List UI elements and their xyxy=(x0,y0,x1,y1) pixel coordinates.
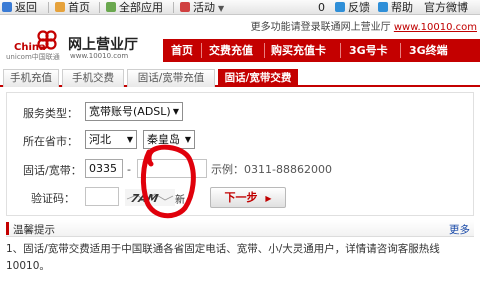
service-type-value: 宽带账号(ADSL) xyxy=(89,105,171,118)
nav-3g-device[interactable]: 3G终端 xyxy=(409,39,448,62)
tips-accent-bar xyxy=(6,222,9,235)
nav-3g-card[interactable]: 3G号卡 xyxy=(349,39,388,62)
toolbar-divider xyxy=(99,2,100,13)
help-icon xyxy=(378,2,388,12)
service-type-select[interactable]: 宽带账号(ADSL) ▼ xyxy=(85,102,183,121)
captcha-image[interactable]: 7AM xyxy=(125,189,175,206)
service-tabs: 手机充值 手机交费 固话/宽带充值 固话/宽带交费 xyxy=(0,67,480,87)
tips-panel: 温馨提示 更多 1、固话/宽带交费适用于中国联通各省固定电话、宽带、小/大灵通用… xyxy=(6,220,474,297)
chevron-down-icon: ▼ xyxy=(218,4,225,13)
home-button[interactable]: 首页 xyxy=(55,1,90,14)
activity-icon xyxy=(180,2,190,12)
tips-text: 1、固话/宽带交费适用于中国联通各省固定电话、宽带、小/大灵通用户，详情请咨询客… xyxy=(6,243,440,272)
nav-divider xyxy=(340,43,341,58)
chevron-down-icon: ▼ xyxy=(126,135,133,144)
nav-divider xyxy=(201,43,202,58)
nav-divider xyxy=(400,43,401,58)
all-apps-label: 全部应用 xyxy=(119,1,163,14)
counter: 0 xyxy=(318,1,325,14)
site-title: 网上营业厅 xyxy=(68,37,138,53)
grid-icon xyxy=(106,2,116,12)
city-label: 所在省市： xyxy=(23,135,78,148)
next-step-button[interactable]: 下一步 ▶ xyxy=(210,187,286,208)
captcha-input[interactable] xyxy=(85,187,119,206)
province-value: 河北 xyxy=(89,133,111,146)
back-label: 返回 xyxy=(15,1,37,14)
arrow-right-icon: ▶ xyxy=(265,194,272,203)
activity-label: 活动 xyxy=(193,1,215,14)
next-step-label: 下一步 xyxy=(224,191,258,204)
city-value: 秦皇岛 xyxy=(147,133,180,146)
service-type-label: 服务类型： xyxy=(23,107,78,120)
tab-mobile-recharge[interactable]: 手机充值 xyxy=(3,69,59,87)
number-dash: - xyxy=(127,163,131,176)
top-toolbar: 返回 首页 全部应用 活动 ▼ 0 反馈 帮助 官方微博 xyxy=(0,0,480,15)
back-button[interactable]: 返回 xyxy=(2,1,37,14)
weibo-button[interactable]: 官方微博 xyxy=(424,1,468,14)
site-logo[interactable]: China unicom中国联通 网上营业厅 www.10010.com xyxy=(6,25,166,65)
weibo-label: 官方微博 xyxy=(424,1,468,14)
feedback-button[interactable]: 反馈 xyxy=(335,1,370,14)
chevron-down-icon: ▼ xyxy=(184,135,191,144)
help-button[interactable]: 帮助 xyxy=(378,1,413,14)
tips-header: 温馨提示 更多 xyxy=(6,220,474,237)
help-label: 帮助 xyxy=(391,1,413,14)
chevron-down-icon: ▼ xyxy=(172,107,179,116)
feedback-icon xyxy=(335,2,345,12)
login-notice-text: 更多功能请登录联通网上营业厅 xyxy=(250,22,391,33)
captcha-label: 验证码： xyxy=(31,192,75,205)
nav-divider xyxy=(264,43,265,58)
refresh-captcha-link[interactable]: 新 xyxy=(175,191,185,206)
area-code-input[interactable]: 0335 xyxy=(85,159,123,178)
tips-title: 温馨提示 xyxy=(13,224,55,236)
nav-recharge[interactable]: 交费充值 xyxy=(209,39,253,62)
toolbar-divider xyxy=(48,2,49,13)
phone-number-input[interactable] xyxy=(137,159,207,178)
tips-more-link[interactable]: 更多 xyxy=(449,222,470,237)
main-nav: 首页 交费充值 购买充值卡 3G号卡 3G终端 xyxy=(163,39,480,62)
payment-form: 服务类型： 宽带账号(ADSL) ▼ 所在省市： 河北 ▼ 秦皇岛 ▼ 固话/宽… xyxy=(6,92,474,219)
toolbar-divider xyxy=(173,2,174,13)
tab-mobile-payment[interactable]: 手机交费 xyxy=(62,69,124,87)
login-notice: 更多功能请登录联通网上营业厅 www.10010.com xyxy=(251,18,477,33)
number-label: 固话/宽带： xyxy=(23,164,82,177)
home-label: 首页 xyxy=(68,1,90,14)
tab-landline-recharge[interactable]: 固话/宽带充值 xyxy=(127,69,215,87)
nav-buy-card[interactable]: 购买充值卡 xyxy=(271,39,326,62)
home-icon xyxy=(55,2,65,12)
tab-landline-payment[interactable]: 固话/宽带交费 xyxy=(218,69,298,87)
city-select[interactable]: 秦皇岛 ▼ xyxy=(143,130,195,149)
back-icon xyxy=(2,2,12,12)
site-url: www.10010.com xyxy=(70,52,129,60)
red-marker-annotation xyxy=(140,144,196,219)
number-example: 示例：0311-88862000 xyxy=(211,163,332,176)
all-apps-button[interactable]: 全部应用 xyxy=(106,1,163,14)
counter-value: 0 xyxy=(318,1,325,14)
login-link[interactable]: www.10010.com xyxy=(394,22,477,33)
logo-unicom-text: unicom中国联通 xyxy=(6,53,60,61)
captcha-text: 7AM xyxy=(130,192,160,205)
feedback-label: 反馈 xyxy=(348,1,370,14)
province-select[interactable]: 河北 ▼ xyxy=(85,130,137,149)
activity-button[interactable]: 活动 ▼ xyxy=(180,1,224,14)
nav-home[interactable]: 首页 xyxy=(171,39,193,62)
